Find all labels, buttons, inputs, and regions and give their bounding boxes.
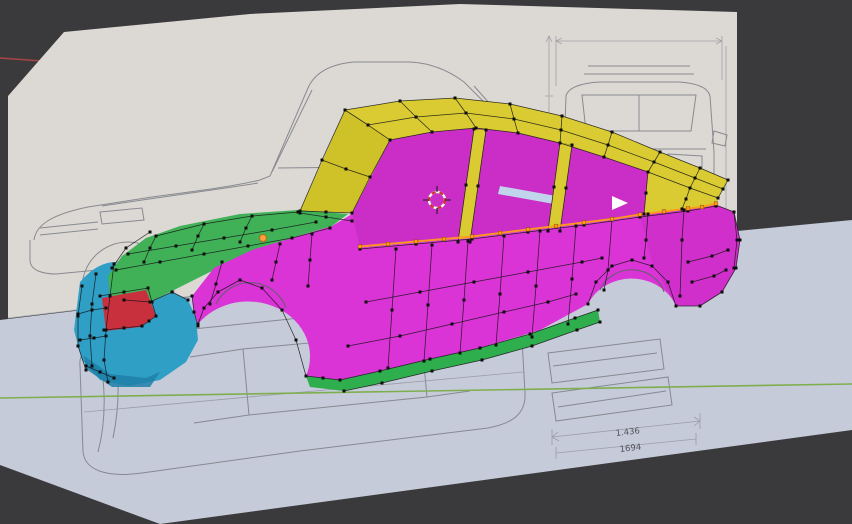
viewport-3d[interactable]: 1.436 1694 [0, 0, 852, 524]
object-origin [259, 234, 267, 242]
viewport-canvas[interactable]: 1.436 1694 [0, 0, 852, 524]
